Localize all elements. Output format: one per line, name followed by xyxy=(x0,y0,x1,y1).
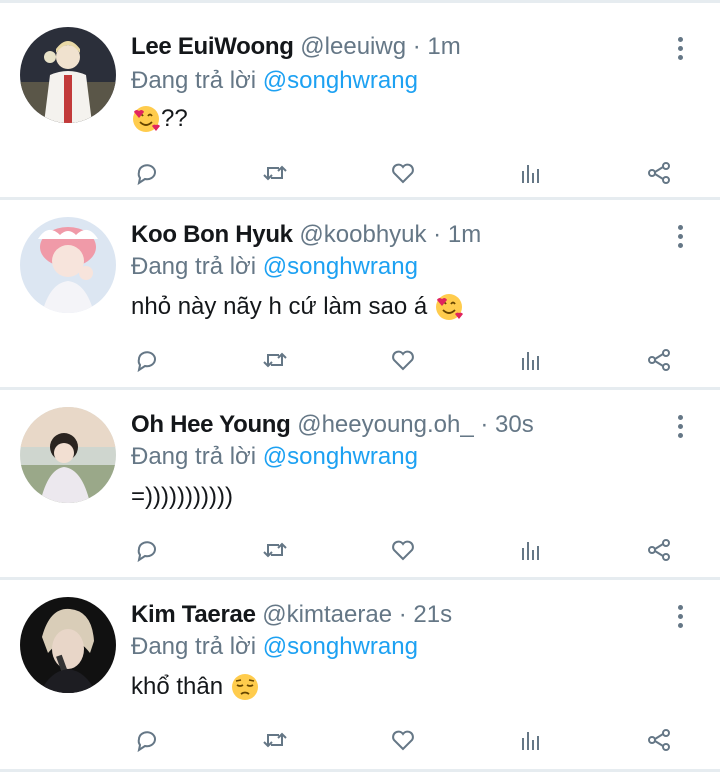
reply-prefix: Đang trả lời xyxy=(131,443,257,470)
reply-icon[interactable] xyxy=(127,340,167,380)
avatar[interactable] xyxy=(20,407,116,503)
separator: · xyxy=(426,221,448,248)
avatar[interactable] xyxy=(20,27,116,123)
tweet-text-content: ?? xyxy=(161,105,188,132)
handle[interactable]: @heeyoung.oh_ xyxy=(297,411,474,438)
more-options-icon[interactable] xyxy=(670,219,690,253)
like-icon[interactable] xyxy=(383,340,423,380)
action-bar xyxy=(0,530,720,570)
reply-prefix: Đang trả lời xyxy=(131,633,257,660)
action-bar xyxy=(0,720,720,760)
analytics-icon[interactable] xyxy=(511,720,551,760)
tweet[interactable]: Kim Taerae @kimtaerae · 21s Đang trả lời… xyxy=(0,577,720,772)
reply-icon[interactable] xyxy=(127,153,167,193)
handle[interactable]: @kimtaerae xyxy=(262,601,392,628)
action-bar xyxy=(0,153,720,193)
tweet-text: =))))))))))) xyxy=(131,481,233,513)
tweet[interactable]: Lee EuiWoong @leeuiwg · 1m Đang trả lời … xyxy=(0,0,720,200)
reply-icon[interactable] xyxy=(127,530,167,570)
pensive-face-icon xyxy=(230,672,260,702)
mention-link[interactable]: @songhwrang xyxy=(263,443,418,470)
tweet-text: ?? xyxy=(131,103,188,135)
display-name[interactable]: Oh Hee Young xyxy=(131,411,291,438)
reply-prefix: Đang trả lời xyxy=(131,253,257,280)
share-icon[interactable] xyxy=(639,530,679,570)
tweet-text-content: nhỏ này nãy h cứ làm sao á xyxy=(131,293,434,320)
tweet-header: Oh Hee Young @heeyoung.oh_ · 30s xyxy=(131,409,534,441)
timestamp[interactable]: 1m xyxy=(448,221,481,248)
reply-icon[interactable] xyxy=(127,720,167,760)
retweet-icon[interactable] xyxy=(255,720,295,760)
analytics-icon[interactable] xyxy=(511,153,551,193)
mention-link[interactable]: @songhwrang xyxy=(263,633,418,660)
separator: · xyxy=(406,33,428,60)
reply-context: Đang trả lời @songhwrang xyxy=(131,631,418,663)
tweet[interactable]: Oh Hee Young @heeyoung.oh_ · 30s Đang tr… xyxy=(0,387,720,580)
tweet-header: Kim Taerae @kimtaerae · 21s xyxy=(131,599,452,631)
avatar[interactable] xyxy=(20,217,116,313)
tweet-text: nhỏ này nãy h cứ làm sao á xyxy=(131,291,464,323)
separator: · xyxy=(392,601,414,628)
analytics-icon[interactable] xyxy=(511,530,551,570)
tweet-text-content: khổ thân xyxy=(131,673,230,700)
like-icon[interactable] xyxy=(383,720,423,760)
reply-context: Đang trả lời @songhwrang xyxy=(131,251,418,283)
reply-feed: Lee EuiWoong @leeuiwg · 1m Đang trả lời … xyxy=(0,0,720,772)
share-icon[interactable] xyxy=(639,153,679,193)
avatar[interactable] xyxy=(20,597,116,693)
timestamp[interactable]: 21s xyxy=(413,601,452,628)
handle[interactable]: @koobhyuk xyxy=(299,221,426,248)
share-icon[interactable] xyxy=(639,340,679,380)
timestamp[interactable]: 1m xyxy=(427,33,460,60)
more-options-icon[interactable] xyxy=(670,409,690,443)
retweet-icon[interactable] xyxy=(255,153,295,193)
tweet[interactable]: Koo Bon Hyuk @koobhyuk · 1m Đang trả lời… xyxy=(0,197,720,390)
share-icon[interactable] xyxy=(639,720,679,760)
like-icon[interactable] xyxy=(383,530,423,570)
reply-context: Đang trả lời @songhwrang xyxy=(131,441,418,473)
mention-link[interactable]: @songhwrang xyxy=(263,253,418,280)
tweet-header: Koo Bon Hyuk @koobhyuk · 1m xyxy=(131,219,481,251)
display-name[interactable]: Lee EuiWoong xyxy=(131,33,294,60)
analytics-icon[interactable] xyxy=(511,340,551,380)
timestamp[interactable]: 30s xyxy=(495,411,534,438)
reply-prefix: Đang trả lời xyxy=(131,67,257,94)
retweet-icon[interactable] xyxy=(255,530,295,570)
display-name[interactable]: Kim Taerae xyxy=(131,601,256,628)
handle[interactable]: @leeuiwg xyxy=(300,33,406,60)
tweet-text: khổ thân xyxy=(131,671,260,703)
action-bar xyxy=(0,340,720,380)
tweet-text-content: =))))))))))) xyxy=(131,483,233,510)
more-options-icon[interactable] xyxy=(670,599,690,633)
tweet-header: Lee EuiWoong @leeuiwg · 1m xyxy=(131,31,461,63)
mention-link[interactable]: @songhwrang xyxy=(263,67,418,94)
retweet-icon[interactable] xyxy=(255,340,295,380)
display-name[interactable]: Koo Bon Hyuk xyxy=(131,221,293,248)
separator: · xyxy=(473,411,496,438)
smiling-face-with-hearts-icon xyxy=(434,292,464,322)
more-options-icon[interactable] xyxy=(670,31,690,65)
reply-context: Đang trả lời @songhwrang xyxy=(131,65,418,97)
like-icon[interactable] xyxy=(383,153,423,193)
smiling-face-with-hearts-icon xyxy=(131,104,161,134)
